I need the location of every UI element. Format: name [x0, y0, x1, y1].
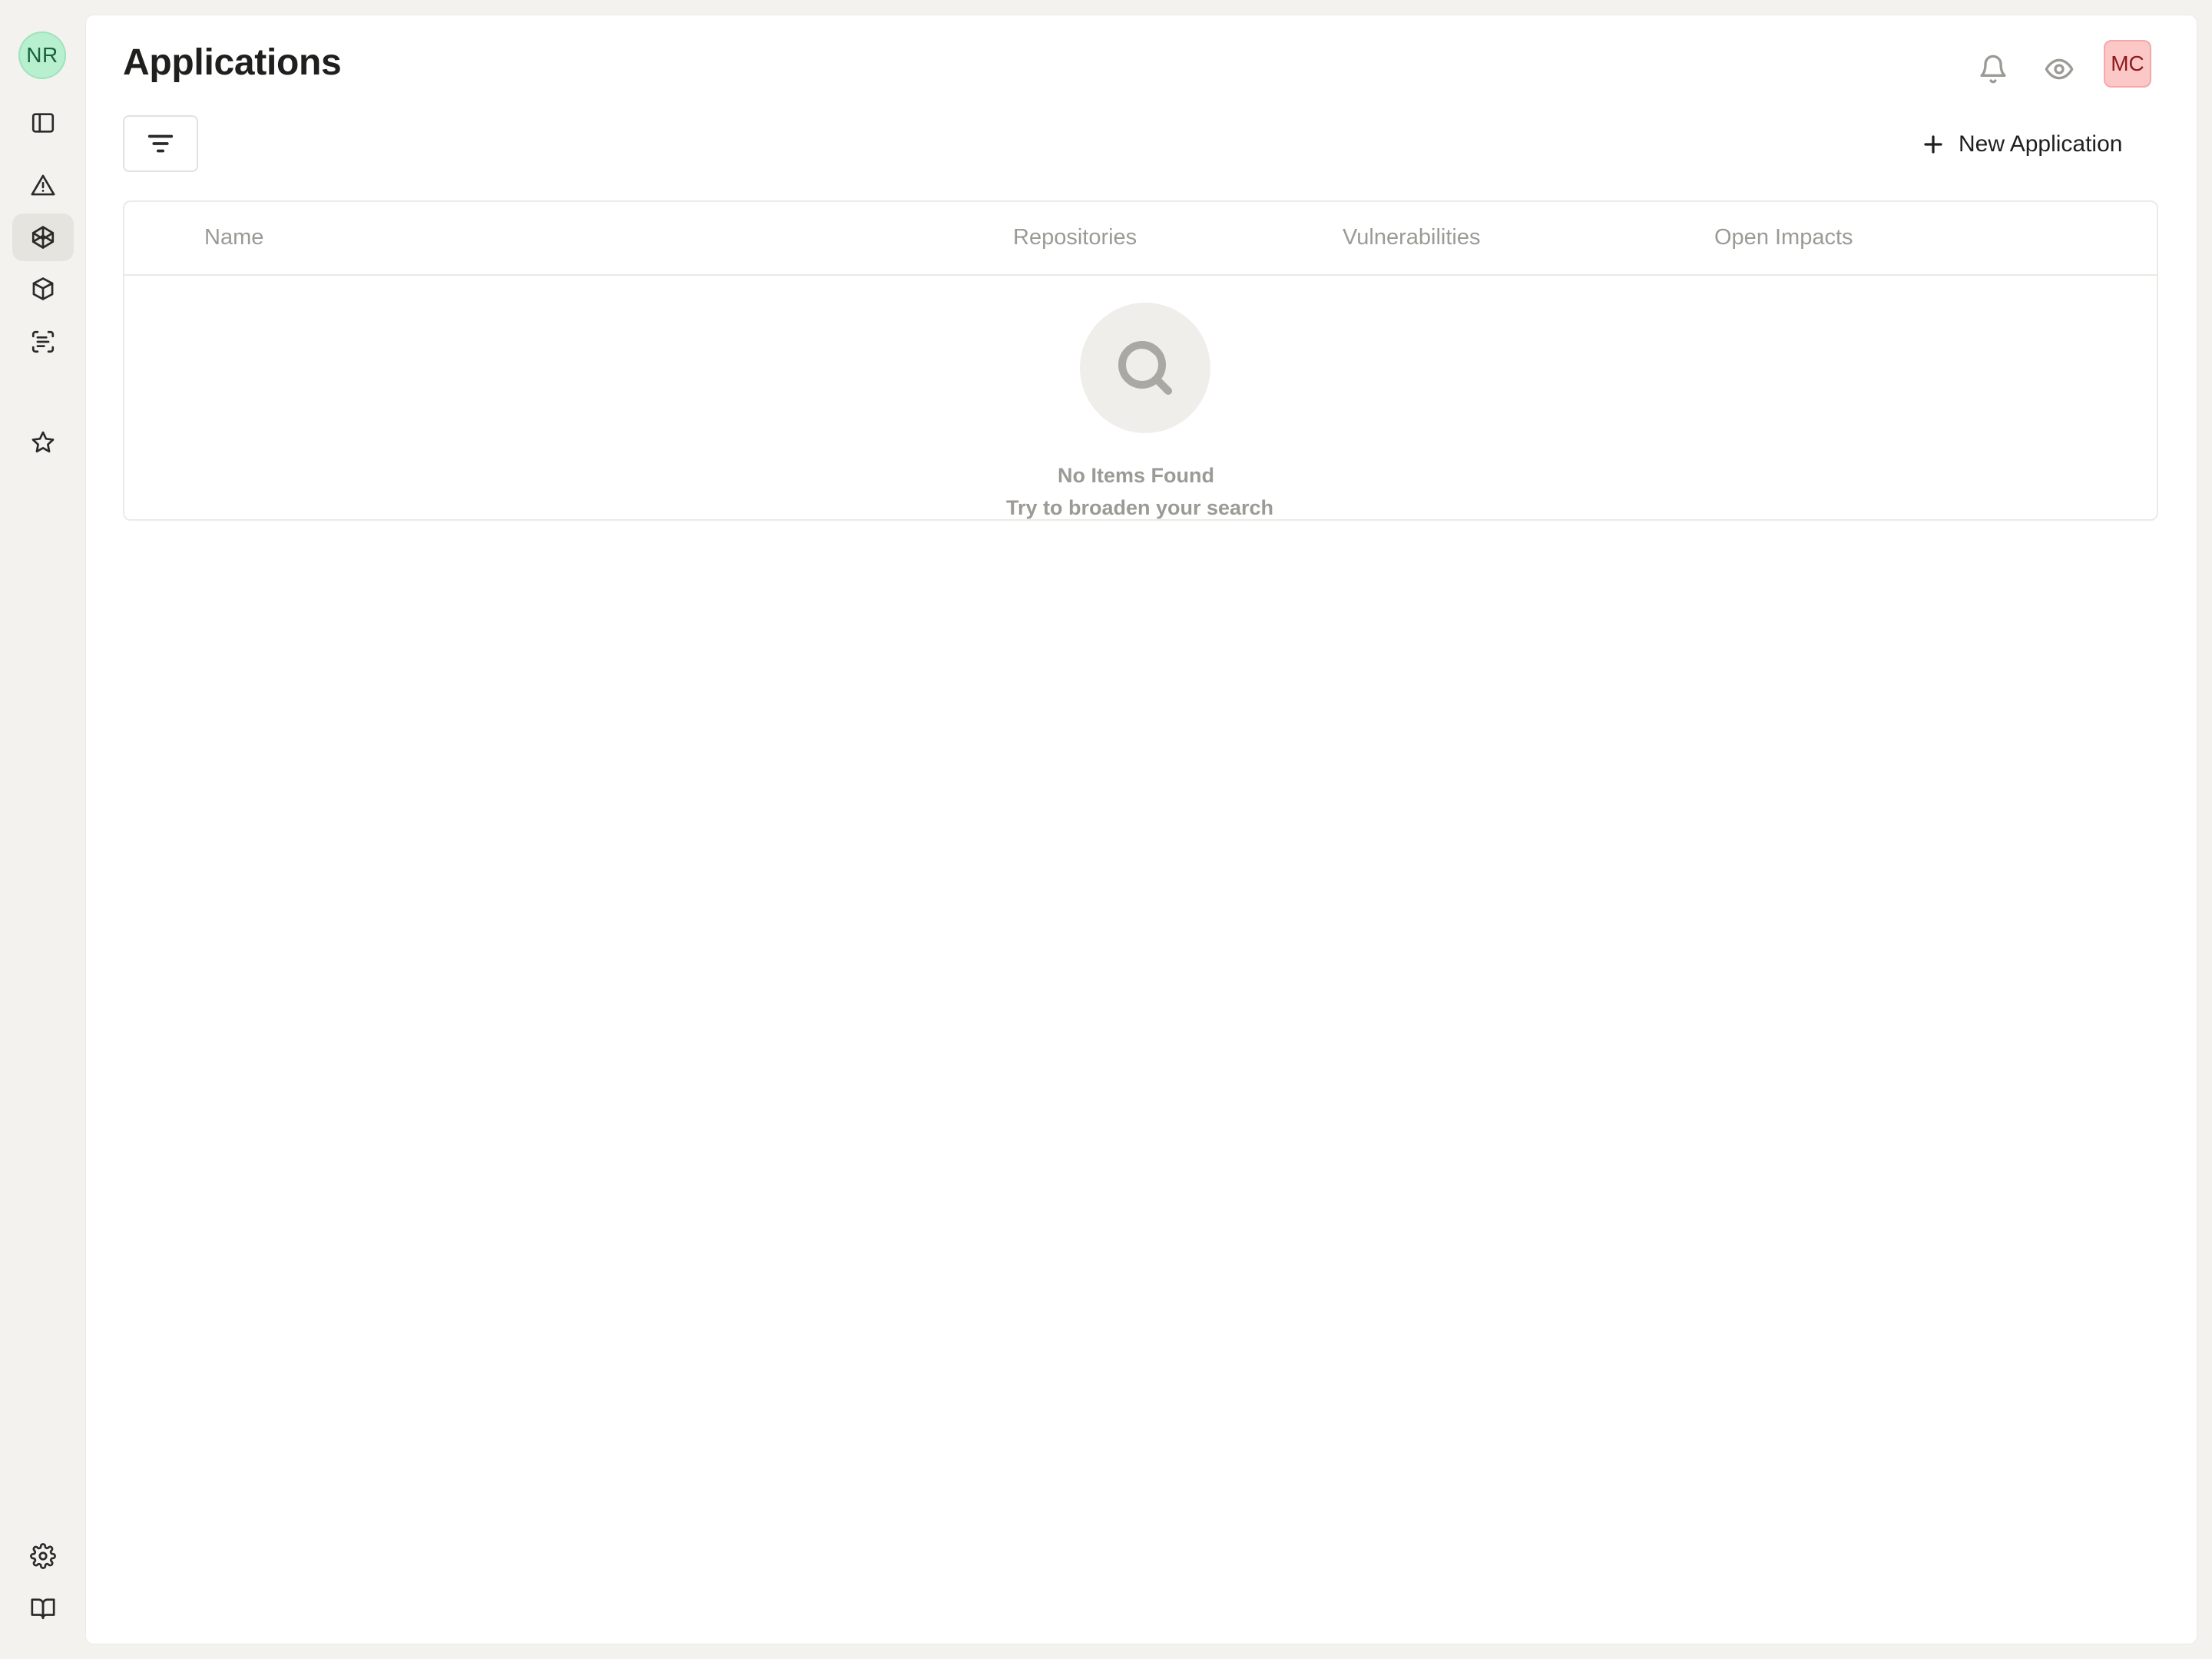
app-root: NR Applications MC New Application Name … — [0, 0, 2212, 1659]
new-application-label: New Application — [1959, 131, 2123, 157]
applications-icon — [31, 226, 55, 249]
sidebar-item-vulnerabilities[interactable] — [12, 161, 74, 209]
sidebar-toggle-button[interactable] — [12, 99, 74, 147]
eye-icon — [2045, 58, 2074, 80]
empty-state-subtitle: Try to broaden your search — [1005, 496, 1274, 519]
filter-lines-icon — [147, 134, 174, 153]
empty-state-title: No Items Found — [1058, 464, 1214, 487]
plus-icon — [1924, 135, 1942, 154]
sidebar-item-applications[interactable] — [12, 214, 74, 261]
sidebar-item-scans[interactable] — [12, 318, 74, 366]
panel-toggle-icon — [31, 113, 55, 133]
scan-text-icon — [31, 330, 55, 353]
sidebar-item-settings[interactable] — [12, 1532, 74, 1580]
alert-triangle-icon — [31, 174, 55, 196]
bell-icon — [1980, 55, 2006, 84]
watch-button[interactable] — [2035, 45, 2084, 94]
book-open-icon — [31, 1598, 55, 1620]
applications-table: Name Repositories Vulnerabilities Open I… — [123, 200, 2158, 521]
star-icon — [31, 431, 55, 453]
column-header-name[interactable]: Name — [204, 225, 263, 250]
sidebar-item-favorites[interactable] — [12, 419, 74, 466]
column-header-open-impacts[interactable]: Open Impacts — [1714, 225, 1853, 250]
search-icon — [1118, 341, 1172, 395]
workspace-avatar[interactable]: NR — [18, 31, 66, 79]
user-avatar[interactable]: MC — [2104, 40, 2151, 88]
gear-icon — [30, 1543, 56, 1569]
main-panel: Applications MC New Application Name Rep… — [86, 15, 2197, 1644]
new-application-button[interactable]: New Application — [1922, 127, 2122, 161]
table-header: Name Repositories Vulnerabilities Open I… — [124, 202, 2157, 276]
column-header-vulnerabilities[interactable]: Vulnerabilities — [1343, 225, 1480, 250]
notifications-button[interactable] — [1969, 45, 2018, 94]
sidebar-item-packages[interactable] — [12, 265, 74, 313]
column-header-repositories[interactable]: Repositories — [1013, 225, 1137, 250]
empty-state-illustration — [1080, 303, 1210, 433]
filter-button[interactable] — [123, 115, 198, 172]
package-cube-icon — [32, 277, 54, 300]
page-title: Applications — [123, 42, 342, 83]
sidebar: NR — [0, 0, 86, 1659]
sidebar-item-docs[interactable] — [12, 1584, 74, 1632]
